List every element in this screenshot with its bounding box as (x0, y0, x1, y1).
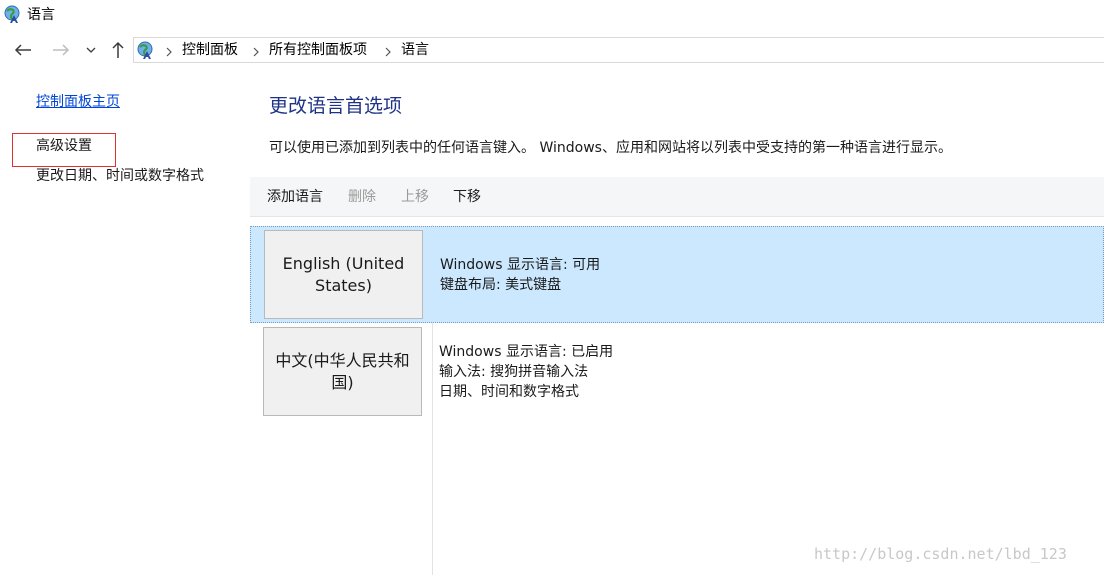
back-button[interactable] (12, 38, 34, 62)
language-tile[interactable]: 中文(中华人民共和国) (263, 327, 422, 416)
display-language-status: Windows 显示语言: 可用 (440, 257, 601, 273)
change-date-time-format-link[interactable]: 更改日期、时间或数字格式 (36, 166, 204, 186)
breadcrumb-all-items[interactable]: 所有控制面板项 (269, 40, 367, 60)
breadcrumb-control-panel[interactable]: 控制面板 (182, 40, 238, 60)
page-title: 更改语言首选项 (269, 95, 403, 117)
move-up-button[interactable]: 上移 (401, 187, 429, 207)
up-button[interactable] (107, 38, 129, 62)
delete-button[interactable]: 删除 (348, 187, 376, 207)
forward-button[interactable] (50, 38, 72, 62)
arrow-up-icon (111, 41, 125, 59)
arrow-left-icon (14, 43, 32, 57)
breadcrumb-language[interactable]: 语言 (401, 40, 429, 60)
navigation-bar: 控制面板 所有控制面板项 语言 (0, 34, 1104, 66)
chevron-right-icon (165, 43, 175, 57)
add-language-button[interactable]: 添加语言 (267, 187, 323, 207)
language-details: Windows 显示语言: 已启用 输入法: 搜狗拼音输入法 日期、时间和数字格… (439, 342, 613, 402)
recent-locations-button[interactable] (82, 38, 100, 62)
control-panel-globe-icon (136, 40, 156, 60)
address-bar[interactable]: 控制面板 所有控制面板项 语言 (133, 37, 1104, 63)
date-time-format-info: 日期、时间和数字格式 (439, 384, 579, 400)
input-method-info: 输入法: 搜狗拼音输入法 (439, 364, 589, 380)
keyboard-layout-info: 键盘布局: 美式键盘 (440, 277, 562, 293)
language-globe-icon (3, 4, 23, 24)
watermark: http://blog.csdn.net/lbd_123 (814, 545, 1067, 563)
language-row-chinese[interactable]: 中文(中华人民共和国) Windows 显示语言: 已启用 输入法: 搜狗拼音输… (250, 325, 1104, 417)
control-panel-home-link[interactable]: 控制面板主页 (36, 92, 120, 112)
language-row-english[interactable]: English (United States) Windows 显示语言: 可用… (250, 226, 1104, 323)
advanced-settings-link[interactable]: 高级设置 (36, 136, 92, 156)
title-bar: 语言 (0, 0, 1104, 30)
display-language-status: Windows 显示语言: 已启用 (439, 344, 614, 360)
page-description: 可以使用已添加到列表中的任何语言键入。 Windows、应用和网站将以列表中受支… (269, 140, 952, 156)
language-details: Windows 显示语言: 可用 键盘布局: 美式键盘 (440, 255, 600, 295)
language-toolbar: 添加语言 删除 上移 下移 (250, 177, 1104, 217)
chevron-right-icon (252, 43, 262, 57)
language-tile[interactable]: English (United States) (264, 230, 423, 319)
chevron-right-icon (384, 43, 394, 57)
language-list: English (United States) Windows 显示语言: 可用… (250, 225, 1104, 575)
window-title: 语言 (27, 7, 55, 23)
arrow-right-icon (52, 43, 70, 57)
move-down-button[interactable]: 下移 (453, 187, 481, 207)
chevron-down-icon (86, 46, 96, 54)
